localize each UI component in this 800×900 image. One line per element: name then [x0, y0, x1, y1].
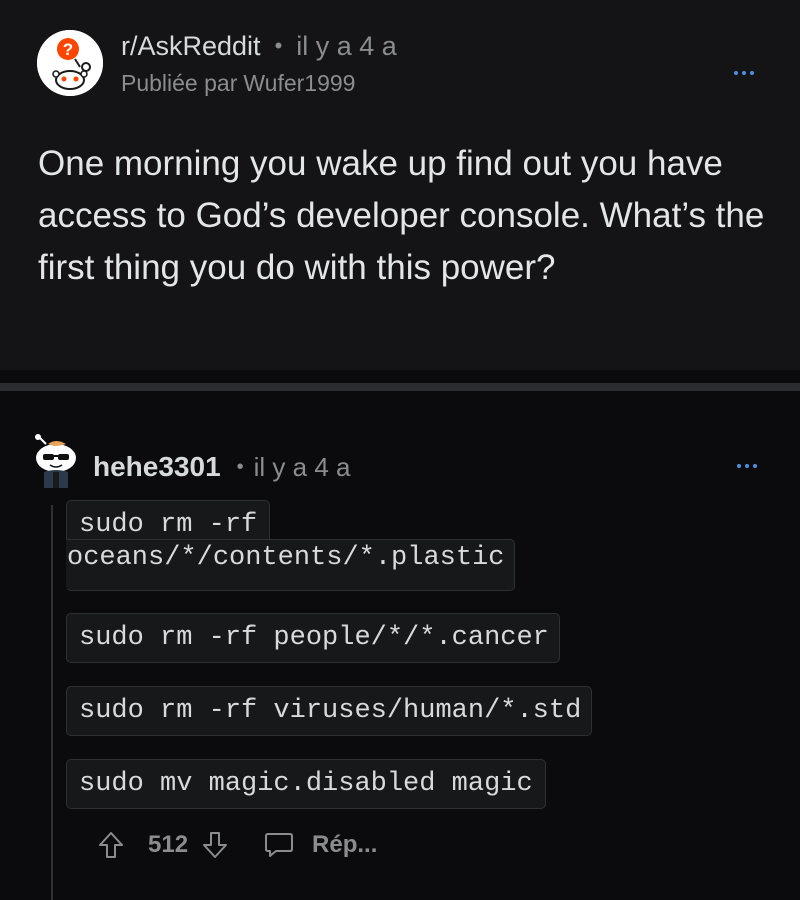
code-block: sudo rm -rf people/*/*.cancer	[66, 613, 560, 663]
code-line: oceans/*/contents/*.plastic	[66, 539, 516, 591]
code-block: sudo rm -rf viruses/human/*.std	[66, 686, 593, 736]
reddit-post-page: ? r/AskReddit • il y a 4 a Publiée par Wu…	[0, 0, 800, 900]
downvote-arrow-icon[interactable]	[202, 831, 228, 859]
code-block: sudo rm -rf oceans/*/contents/*.plastic	[66, 500, 542, 591]
post-title: One morning you wake up find out you hav…	[38, 144, 765, 287]
comment-author-link[interactable]: hehe3301	[93, 451, 221, 483]
upvote-arrow-icon[interactable]	[98, 831, 124, 859]
post-author-line: Publiée par Wufer1999	[121, 70, 355, 97]
comment-age: il y a 4 a	[253, 451, 351, 482]
reply-button[interactable]: Rép...	[264, 831, 377, 859]
more-dots-icon[interactable]	[729, 63, 759, 83]
code-block: sudo mv magic.disabled magic	[66, 759, 546, 809]
comment-action-bar: 512 Rép...	[98, 825, 377, 865]
vote-count: 512	[148, 831, 189, 858]
more-dots-icon[interactable]	[732, 456, 762, 476]
section-divider	[0, 383, 800, 391]
speech-bubble-icon	[264, 831, 294, 859]
thread-collapse-line[interactable]	[51, 505, 53, 900]
meta-separator: •	[274, 33, 283, 58]
author-prefix: Publiée par	[121, 70, 238, 96]
meta-separator: •	[236, 455, 244, 478]
subreddit-link[interactable]: r/AskReddit	[121, 31, 261, 62]
snoo-sunglasses-avatar-icon[interactable]	[26, 432, 82, 488]
post-author-link[interactable]: Wufer1999	[243, 70, 355, 96]
post-age: il y a 4 a	[296, 30, 397, 61]
post-card: ? r/AskReddit • il y a 4 a Publiée par Wu…	[0, 0, 800, 370]
comment-header: hehe3301 • il y a 4 a	[93, 450, 350, 484]
svg-text:?: ?	[63, 40, 73, 59]
post-meta: r/AskReddit • il y a 4 a	[121, 30, 397, 62]
reply-label: Rép...	[312, 831, 378, 858]
reddit-snoo-question-icon[interactable]: ?	[37, 30, 103, 96]
